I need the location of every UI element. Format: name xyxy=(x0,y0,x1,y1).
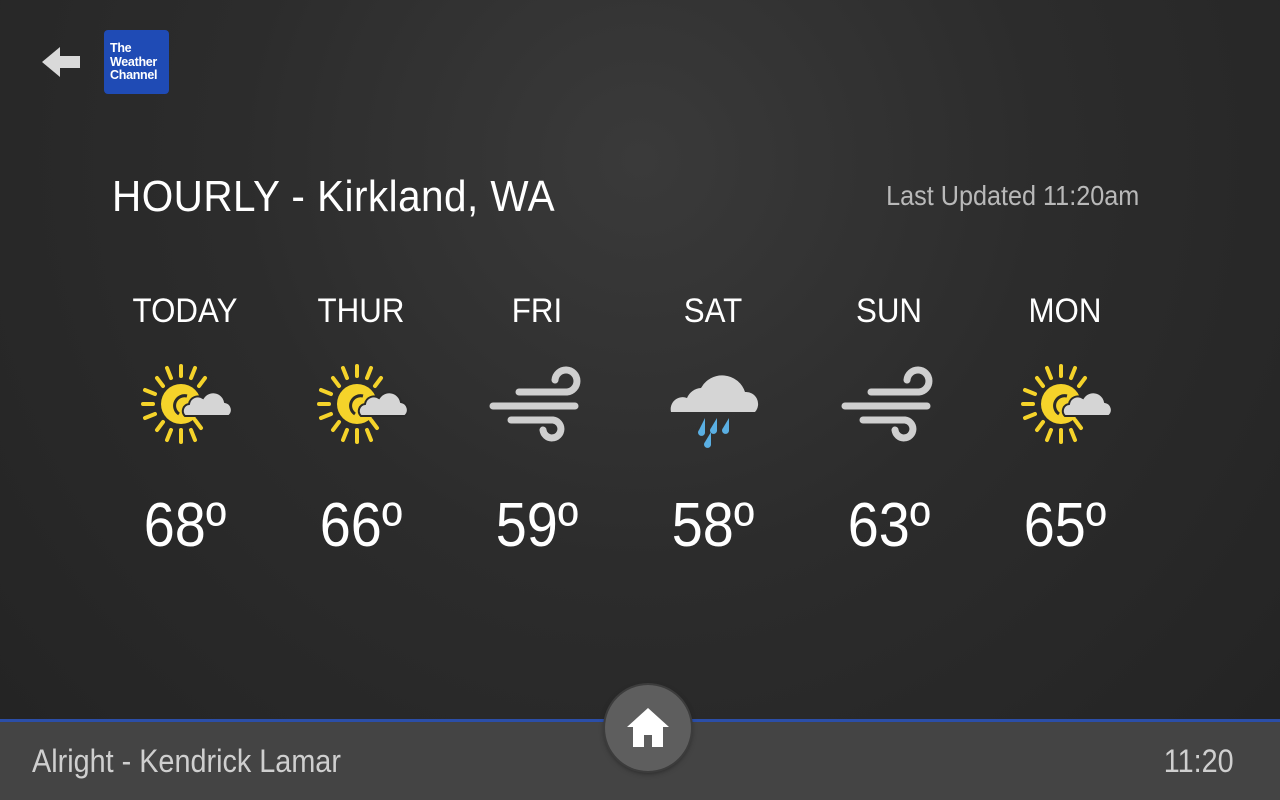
temperature: 68º xyxy=(143,491,227,560)
day-label: FRI xyxy=(511,292,563,330)
home-icon xyxy=(627,708,669,747)
wind-icon xyxy=(841,356,937,452)
forecast-day-today[interactable]: TODAY 68º xyxy=(97,290,273,570)
forecast-row: TODAY 68º THUR 66º FRI 59º SAT 58º SUN 6… xyxy=(97,290,1153,570)
wind-icon xyxy=(489,356,585,452)
temperature: 65º xyxy=(1023,491,1107,560)
forecast-day-sun[interactable]: SUN 63º xyxy=(801,290,977,570)
forecast-day-sat[interactable]: SAT 58º xyxy=(625,290,801,570)
day-label: SUN xyxy=(855,292,923,330)
forecast-day-mon[interactable]: MON 65º xyxy=(977,290,1153,570)
day-label: THUR xyxy=(317,292,405,330)
back-button[interactable] xyxy=(40,44,84,80)
day-label: MON xyxy=(1028,292,1102,330)
arrow-left-icon xyxy=(42,47,80,77)
now-playing-track[interactable]: Alright - Kendrick Lamar xyxy=(32,743,341,780)
weather-channel-logo: The Weather Channel xyxy=(104,30,169,94)
temperature: 59º xyxy=(495,491,579,560)
temperature: 66º xyxy=(319,491,403,560)
forecast-day-fri[interactable]: FRI 59º xyxy=(449,290,625,570)
temperature: 58º xyxy=(671,491,755,560)
last-updated-label: Last Updated 11:20am xyxy=(885,180,1139,211)
forecast-day-thur[interactable]: THUR 66º xyxy=(273,290,449,570)
clock: 11:20 xyxy=(1164,743,1234,779)
day-label: TODAY xyxy=(132,292,238,330)
logo-line: The xyxy=(110,41,132,55)
logo-line: Weather xyxy=(110,54,157,69)
logo-line: Channel xyxy=(110,68,158,82)
temperature: 63º xyxy=(847,491,931,560)
day-label: SAT xyxy=(683,292,743,330)
page-title: HOURLY - Kirkland, WA xyxy=(112,172,556,221)
rain-cloud-icon xyxy=(665,356,761,452)
sun-cloud-icon xyxy=(313,356,409,452)
sun-cloud-icon xyxy=(137,356,233,452)
sun-cloud-icon xyxy=(1017,356,1113,452)
home-button[interactable] xyxy=(605,685,691,771)
